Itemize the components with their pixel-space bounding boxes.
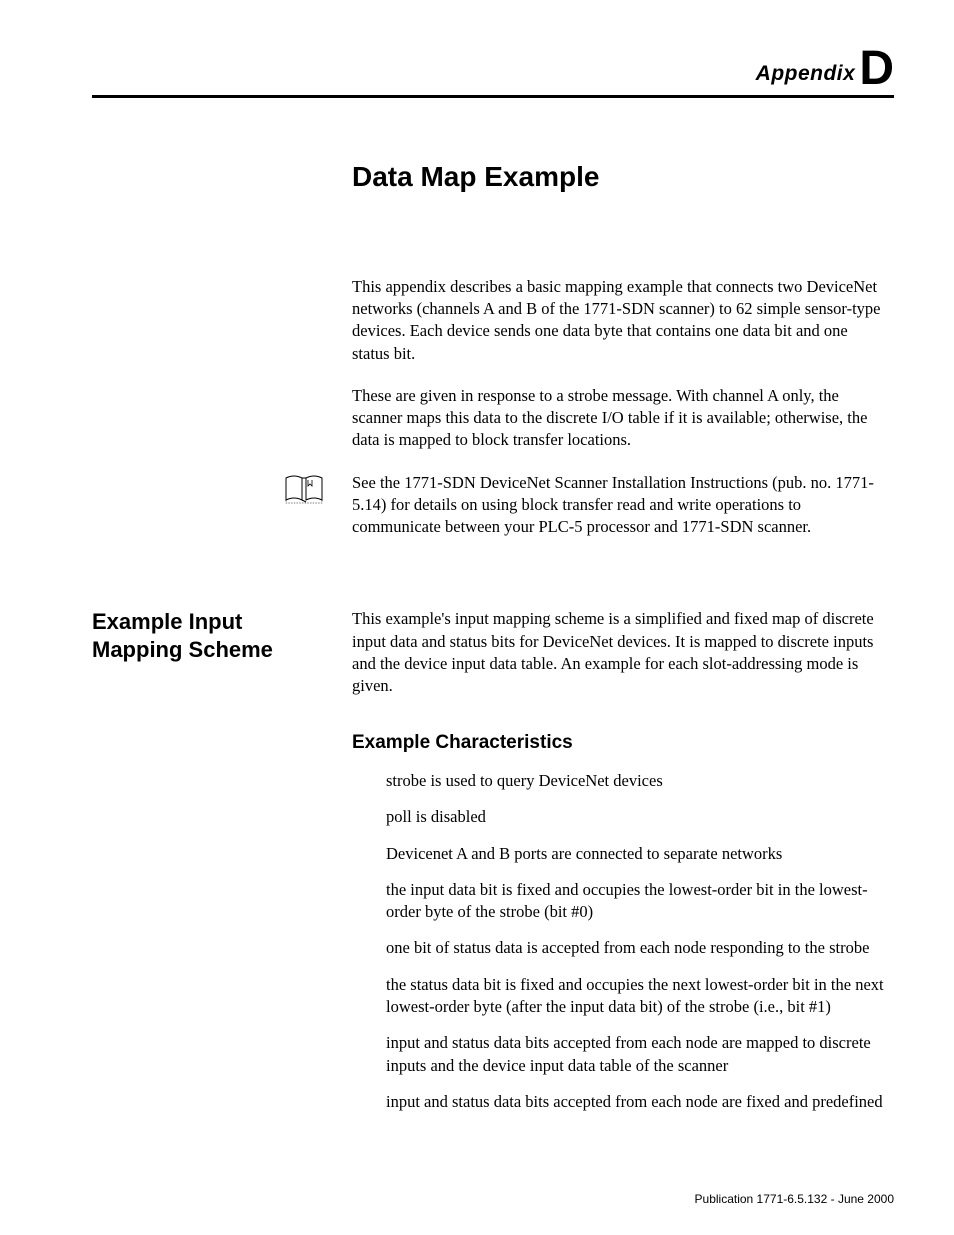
- sub-heading-characteristics: Example Characteristics: [352, 730, 884, 756]
- list-item: Devicenet A and B ports are connected to…: [386, 843, 884, 865]
- list-item: one bit of status data is accepted from …: [386, 937, 884, 959]
- section2-paragraph-1: This example's input mapping scheme is a…: [352, 608, 884, 697]
- page-header: AppendixD: [92, 45, 894, 98]
- publication-footer: Publication 1771-6.5.132 - June 2000: [695, 1191, 894, 1207]
- side-heading-input-mapping: Example Input Mapping Scheme: [92, 608, 332, 663]
- intro-paragraph-1: This appendix describes a basic mapping …: [352, 276, 884, 365]
- appendix-label: Appendix: [756, 62, 856, 85]
- list-item: strobe is used to query DeviceNet device…: [386, 770, 884, 792]
- intro-paragraph-2: These are given in response to a strobe …: [352, 385, 884, 452]
- page-title: Data Map Example: [352, 158, 884, 196]
- appendix-letter: D: [859, 42, 894, 95]
- list-item: input and status data bits accepted from…: [386, 1032, 884, 1077]
- book-icon: [284, 474, 324, 504]
- list-item: input and status data bits accepted from…: [386, 1091, 884, 1113]
- intro-paragraph-3: See the 1771-SDN DeviceNet Scanner Insta…: [352, 472, 884, 539]
- list-item: the input data bit is fixed and occupies…: [386, 879, 884, 924]
- list-item: the status data bit is fixed and occupie…: [386, 974, 884, 1019]
- list-item: poll is disabled: [386, 806, 884, 828]
- characteristics-list: strobe is used to query DeviceNet device…: [352, 770, 884, 1113]
